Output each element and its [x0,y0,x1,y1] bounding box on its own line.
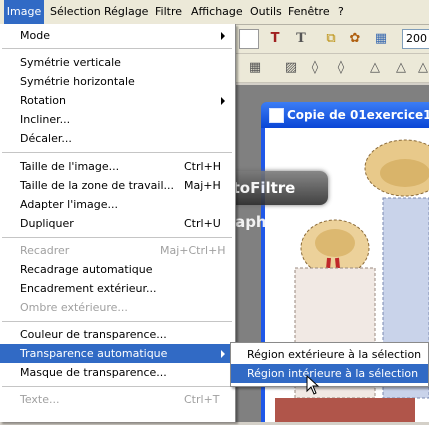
menu-item-label: Incliner... [20,113,71,126]
triangle-icon[interactable]: △ [413,58,429,78]
menu-bar: Image Sélection Réglage Filtre Affichage… [0,0,429,25]
menu-selection[interactable]: Sélection [50,0,101,24]
menu-item-masque-transparence[interactable]: Masque de transparence... [0,363,233,382]
menu-item-symetrie-verticale[interactable]: Symétrie verticale [0,53,233,72]
menu-item-mode[interactable]: Mode [0,26,233,45]
menu-item-encadrement[interactable]: Encadrement extérieur... [0,279,233,298]
menu-image[interactable]: Image [4,0,44,24]
submenu-item-region-exterieure[interactable]: Région extérieure à la sélection [231,345,428,364]
menu-item-recadrage-auto[interactable]: Recadrage automatique [0,260,233,279]
text-icon[interactable]: T [291,29,311,49]
menu-item-taille-zone[interactable]: Taille de la zone de travail... Maj+H [0,176,233,195]
menu-item-symetrie-horizontale[interactable]: Symétrie horizontale [0,72,233,91]
menu-reglage[interactable]: Réglage [104,0,148,24]
grid-icon[interactable]: ▦ [371,29,391,49]
menu-item-ombre[interactable]: Ombre extérieure... [0,298,233,317]
menu-item-recadrer[interactable]: Recadrer Maj+Ctrl+H [0,241,233,260]
document-titlebar[interactable]: Copie de 01exercice18 [261,102,429,128]
menu-affichage[interactable]: Affichage [191,0,243,24]
menu-item-transparence-auto[interactable]: Transparence automatique [0,344,233,363]
menu-fenetre[interactable]: Fenêtre [288,0,330,24]
submenu-arrow-icon [221,350,225,358]
pattern-icon[interactable]: ▨ [281,58,301,78]
image-menu: Mode Symétrie verticale Symétrie horizon… [0,24,236,422]
menu-item-shortcut: Maj+Ctrl+H [160,244,226,257]
menu-item-taille-image[interactable]: Taille de l'image... Ctrl+H [0,157,233,176]
submenu-arrow-icon [221,32,225,40]
menu-item-label: Recadrage automatique [20,263,153,276]
transparence-submenu: Région extérieure à la sélection Région … [230,342,429,387]
menu-item-shortcut: Maj+H [184,179,221,192]
submenu-item-label: Région extérieure à la sélection [247,348,422,361]
menu-item-label: Masque de transparence... [20,366,167,379]
menu-item-label: Mode [20,29,50,42]
submenu-arrow-icon [221,97,225,105]
sharpen-more-icon[interactable]: △ [391,58,411,78]
drop-icon[interactable]: ◊ [305,58,325,78]
filter-toolbar: ▦ ▨ ◊ ◊ △ △ △ [235,54,429,83]
menu-item-label: Taille de la zone de travail... [20,179,175,192]
menu-item-label: Symétrie verticale [20,56,121,69]
menu-item-label: Dupliquer [20,217,74,230]
text-tool-icon[interactable]: T [265,29,285,49]
pointer-cursor-icon [306,375,320,395]
sharpen-icon[interactable]: △ [365,58,385,78]
menu-item-label: Recadrer [20,244,70,257]
menu-separator [2,386,232,387]
menu-item-label: Décaler... [20,132,72,145]
menu-item-texte[interactable]: Texte... Ctrl+T [0,390,233,409]
menu-item-label: Ombre extérieure... [20,301,128,314]
menu-item-dupliquer[interactable]: Dupliquer Ctrl+U [0,214,233,233]
menu-separator [2,237,232,238]
menu-item-shortcut: Ctrl+U [184,217,221,230]
menu-filtre[interactable]: Filtre [155,0,182,24]
menu-outils[interactable]: Outils [250,0,282,24]
menu-help[interactable]: ? [338,0,344,24]
main-toolbar: T T ⧉ ✿ ▦ 200 [235,25,429,54]
menu-item-label: Taille de l'image... [20,160,120,173]
menu-item-label: Adapter l'image... [20,198,118,211]
layers-icon[interactable]: ⧉ [321,29,341,49]
menu-item-adapter-image[interactable]: Adapter l'image... [0,195,233,214]
menu-separator [2,321,232,322]
menu-item-label: Encadrement extérieur... [20,282,157,295]
document-title: Copie de 01exercice18 [287,108,429,122]
gear-icon[interactable]: ✿ [345,29,365,49]
document-icon [269,108,284,123]
new-image-icon[interactable] [239,29,259,49]
menu-item-label: Symétrie horizontale [20,75,135,88]
menu-item-label: Transparence automatique [20,347,168,360]
menu-item-rotation[interactable]: Rotation [0,91,233,110]
menu-item-label: Texte... [20,393,60,406]
zoom-field[interactable]: 200 [402,29,429,49]
menu-item-shortcut: Ctrl+H [184,160,222,173]
drop-outline-icon[interactable]: ◊ [331,58,351,78]
menu-separator [2,152,232,153]
menu-separator [2,48,232,49]
menu-item-incliner[interactable]: Incliner... [0,110,233,129]
menu-item-label: Couleur de transparence... [20,328,167,341]
menu-item-couleur-transparence[interactable]: Couleur de transparence... [0,325,233,344]
submenu-item-region-interieure[interactable]: Région intérieure à la sélection [231,364,428,383]
menu-item-shortcut: Ctrl+T [184,393,220,406]
submenu-item-label: Région intérieure à la sélection [247,367,419,380]
menu-item-decaler[interactable]: Décaler... [0,129,233,148]
menu-item-label: Rotation [20,94,67,107]
grid-toggle-icon[interactable]: ▦ [245,58,265,78]
